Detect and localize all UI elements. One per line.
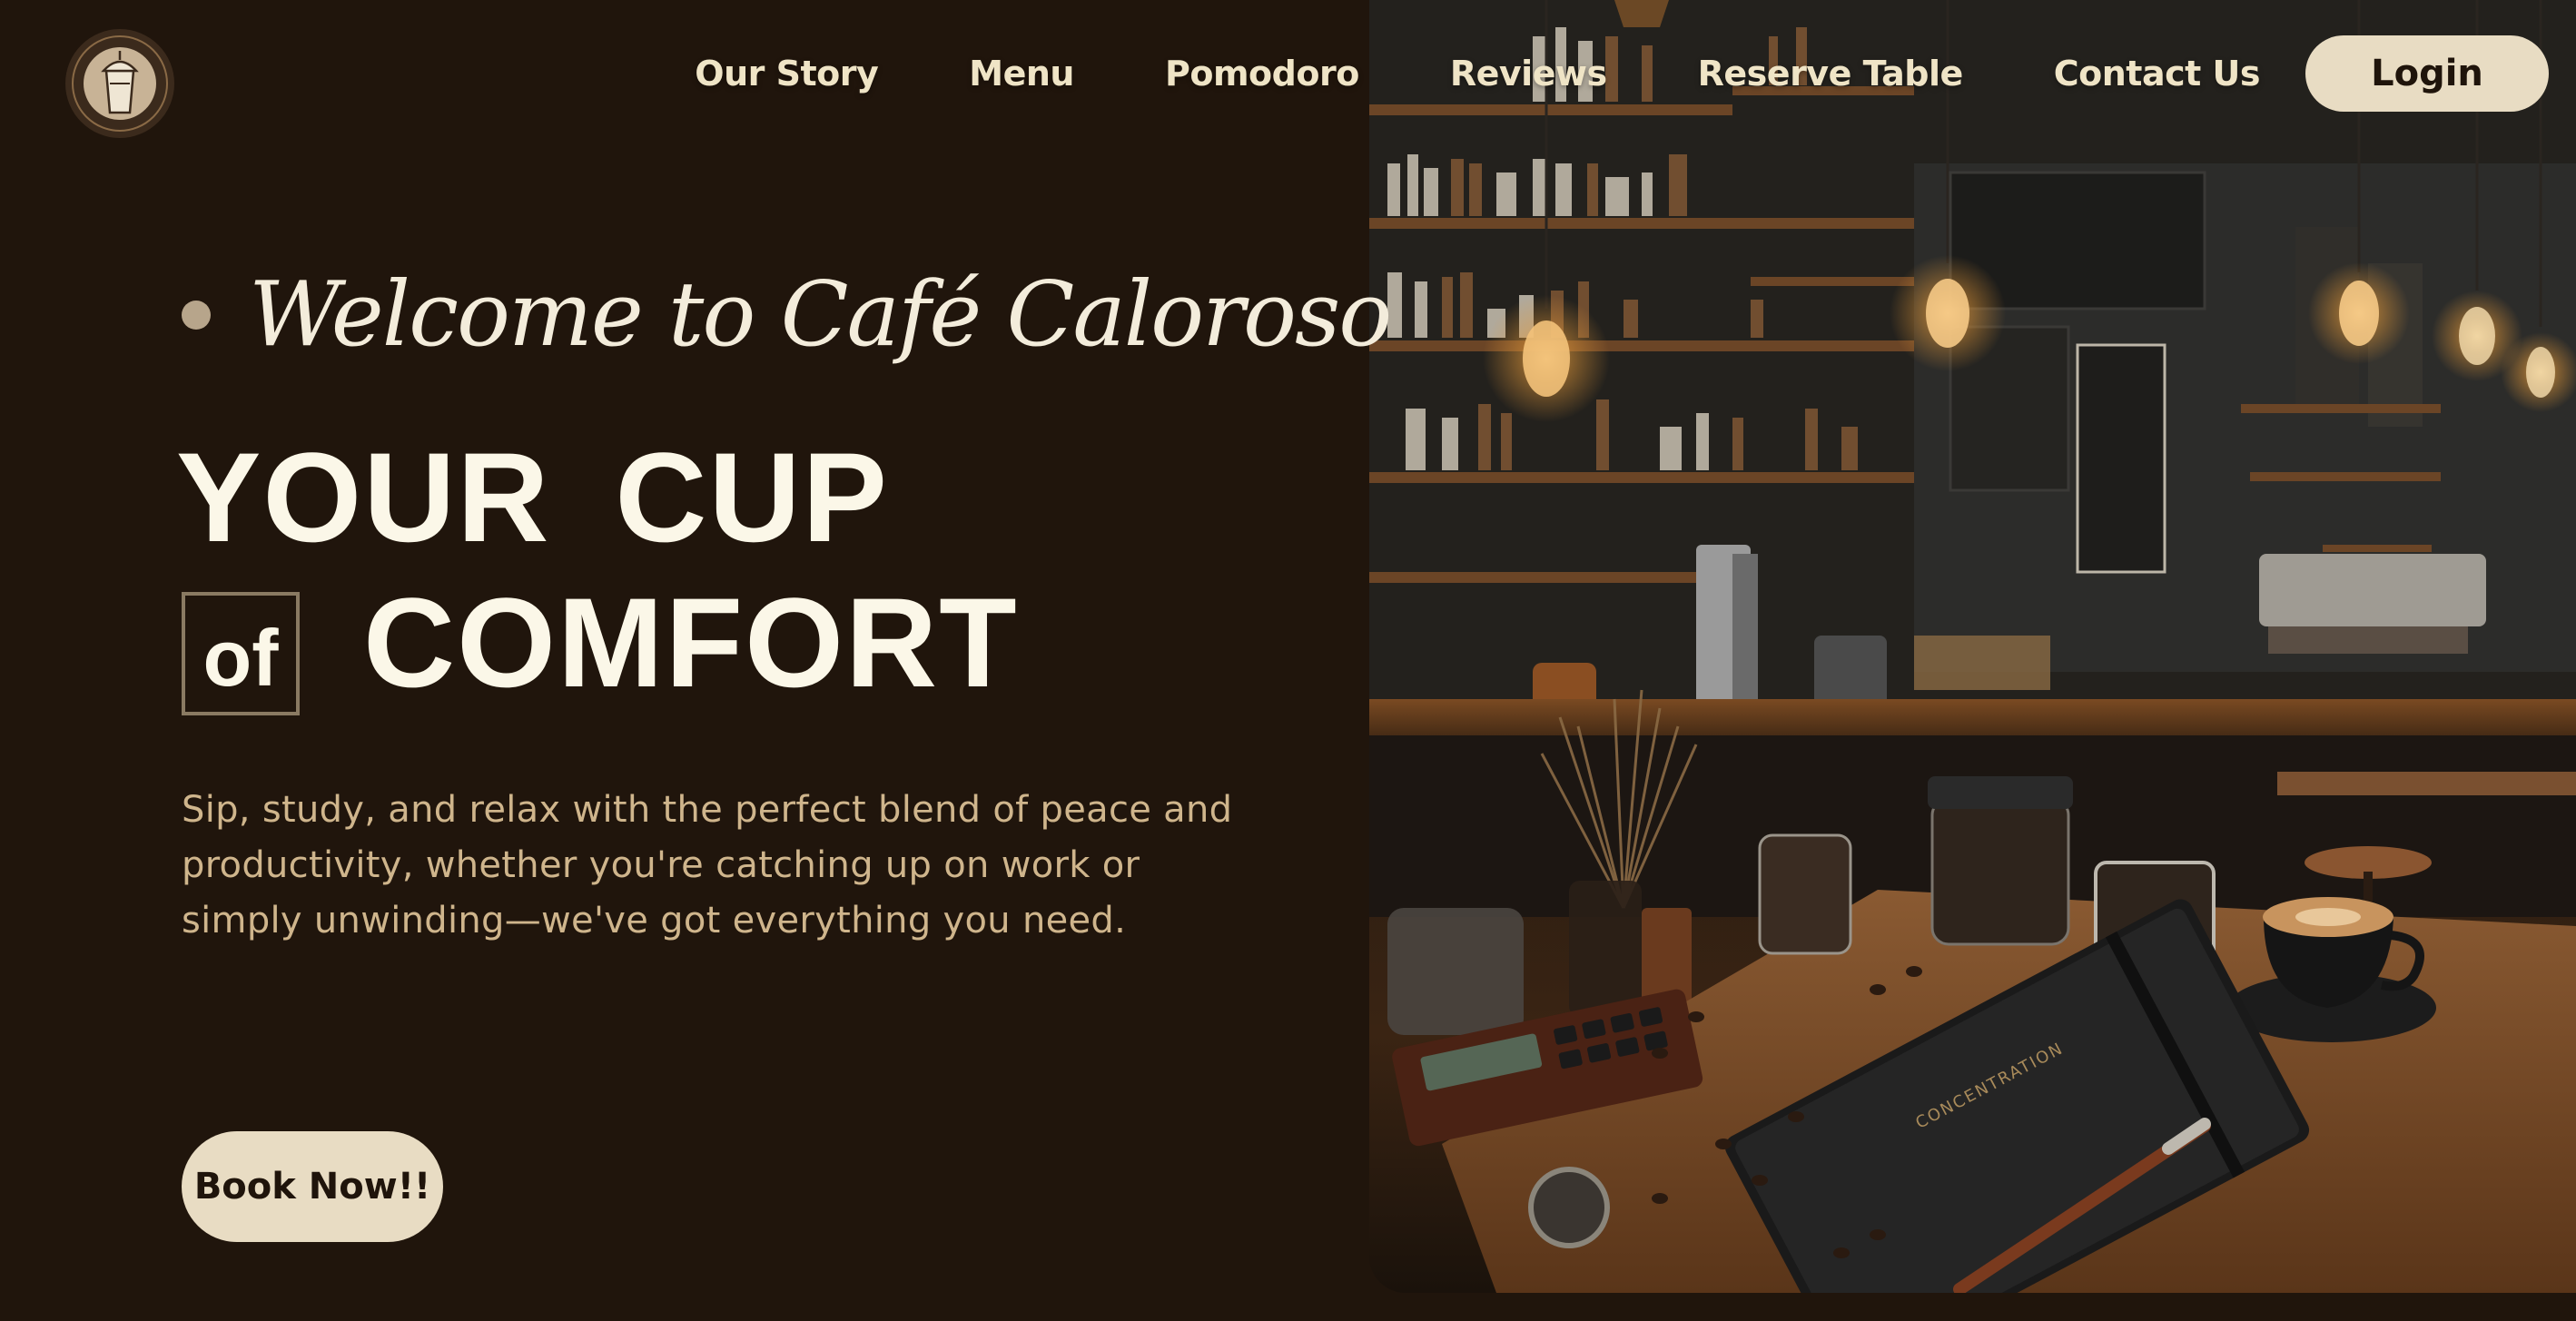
headline-of-box: of xyxy=(182,592,300,715)
cafe-logo[interactable] xyxy=(64,27,176,140)
login-button[interactable]: Login xyxy=(2305,35,2549,112)
hero-description: Sip, study, and relax with the perfect b… xyxy=(182,789,1233,941)
welcome-row: Welcome to Café Caloroso xyxy=(182,263,1392,367)
nav-reserve-table[interactable]: Reserve Table xyxy=(1698,54,1964,94)
nav-our-story[interactable]: Our Story xyxy=(695,54,878,94)
nav-contact-us[interactable]: Contact Us xyxy=(2054,54,2261,94)
bullet-dot xyxy=(182,301,211,330)
cafe-interior-illustration: CONCENTRATION xyxy=(1369,0,2576,1293)
coffee-cup-seal-icon xyxy=(65,29,174,138)
main-nav: Our Story Menu Pomodoro Reviews Reserve … xyxy=(695,33,2549,114)
nav-menu[interactable]: Menu xyxy=(969,54,1074,94)
headline-of: of xyxy=(202,613,279,703)
nav-pomodoro[interactable]: Pomodoro xyxy=(1165,54,1359,94)
headline-line2: COMFORT xyxy=(363,571,1019,714)
landing-page: CONCENTRATION Our Story Menu Pomodoro Re… xyxy=(0,0,2576,1321)
welcome-heading: Welcome to Café Caloroso xyxy=(249,263,1392,367)
hero-cafe-image: CONCENTRATION xyxy=(1369,0,2576,1293)
book-now-button[interactable]: Book Now!! xyxy=(182,1131,443,1242)
nav-reviews[interactable]: Reviews xyxy=(1450,54,1607,94)
headline-line1: YOUR CUP xyxy=(176,426,889,568)
